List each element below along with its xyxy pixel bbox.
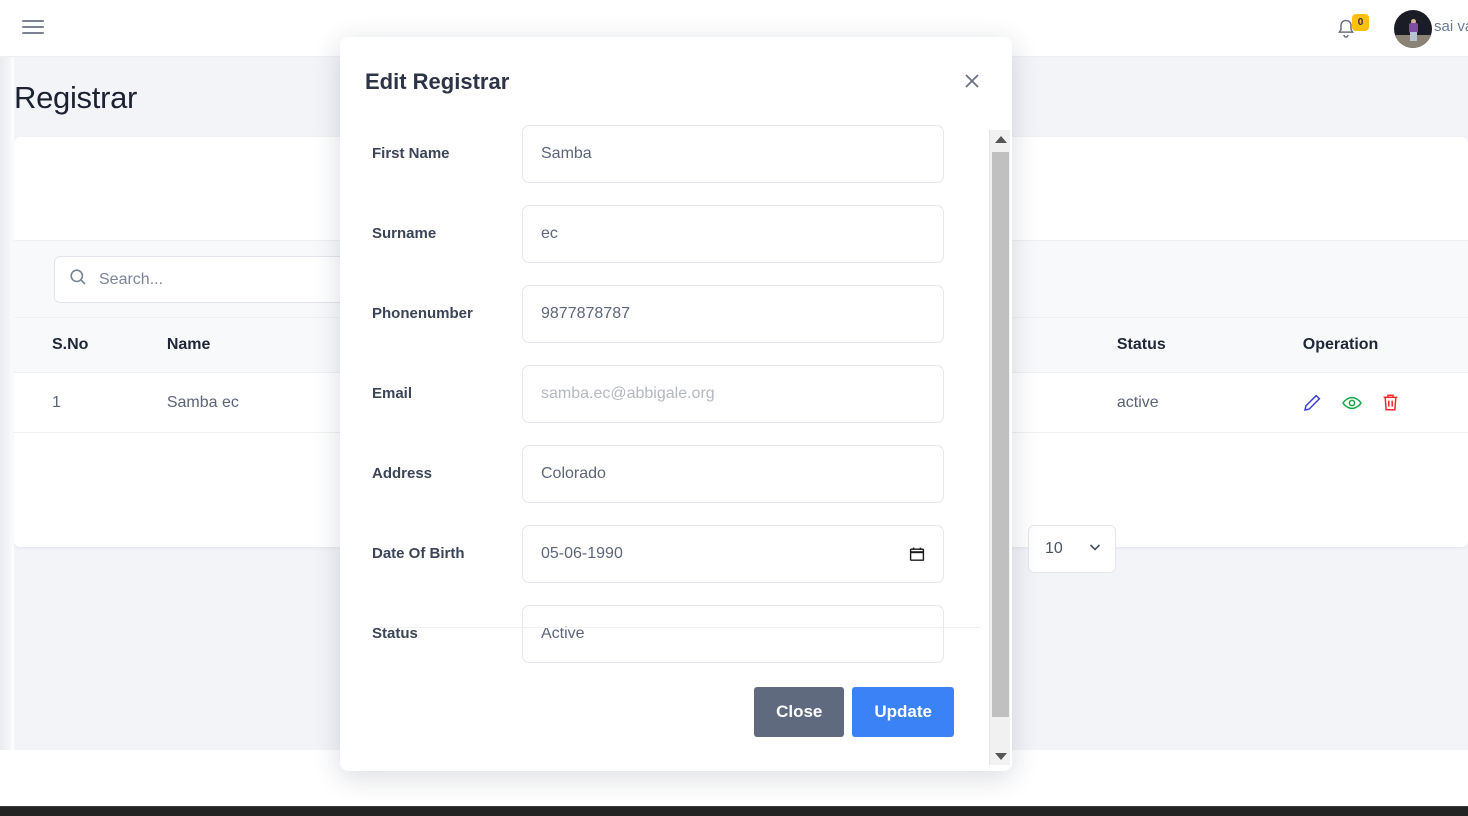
notifications-button[interactable]: 0 bbox=[1336, 14, 1376, 44]
form-row-surname: Surname bbox=[372, 205, 980, 285]
label-date-of-birth: Date Of Birth bbox=[372, 545, 465, 562]
avatar[interactable] bbox=[1394, 10, 1432, 48]
phonenumber-input[interactable] bbox=[522, 285, 944, 343]
label-email: Email bbox=[372, 385, 413, 402]
username-label: sai va bbox=[1434, 18, 1468, 35]
close-icon[interactable] bbox=[960, 69, 984, 93]
form-row-email: Email bbox=[372, 365, 980, 445]
close-button[interactable]: Close bbox=[754, 687, 845, 737]
status-input[interactable] bbox=[522, 605, 944, 663]
chevron-down-icon bbox=[1087, 539, 1103, 560]
view-eye-icon[interactable] bbox=[1341, 395, 1362, 411]
column-header-status[interactable]: Status bbox=[1116, 318, 1303, 373]
form-row-first-name: First Name bbox=[372, 125, 980, 205]
left-rail bbox=[0, 0, 14, 806]
label-surname: Surname bbox=[372, 225, 437, 242]
app-root: 0 sai va Registrar bbox=[0, 0, 1468, 816]
delete-trash-icon[interactable] bbox=[1382, 393, 1399, 412]
first-name-input[interactable] bbox=[522, 125, 944, 183]
column-header-operation: Operation bbox=[1302, 318, 1468, 373]
update-button[interactable]: Update bbox=[852, 687, 954, 737]
date-of-birth-value: 05-06-1990 bbox=[541, 545, 623, 562]
per-page-value: 10 bbox=[1045, 540, 1063, 557]
edit-registrar-modal: Edit Registrar First Name Surname Phonen… bbox=[340, 37, 1012, 771]
scroll-down-arrow-icon[interactable] bbox=[990, 747, 1011, 765]
column-header-sno[interactable]: S.No bbox=[14, 318, 167, 373]
label-first-name: First Name bbox=[372, 145, 450, 162]
form-row-date-of-birth: Date Of Birth 05-06-1990 bbox=[372, 525, 980, 605]
cell-sno: 1 bbox=[14, 372, 167, 433]
cell-status: active bbox=[1116, 372, 1303, 433]
per-page-select[interactable]: 10 bbox=[1028, 525, 1116, 573]
modal-body: First Name Surname Phonenumber Email Add… bbox=[340, 125, 1012, 705]
date-of-birth-input[interactable]: 05-06-1990 bbox=[522, 525, 944, 583]
cell-operations bbox=[1302, 372, 1468, 433]
calendar-icon[interactable] bbox=[909, 546, 925, 562]
email-input[interactable] bbox=[522, 365, 944, 423]
edit-pencil-icon[interactable] bbox=[1303, 393, 1322, 412]
address-input[interactable] bbox=[522, 445, 944, 503]
form-row-phonenumber: Phonenumber bbox=[372, 285, 980, 365]
scroll-up-arrow-icon[interactable] bbox=[990, 130, 1011, 148]
label-phonenumber: Phonenumber bbox=[372, 305, 473, 322]
modal-scrollbar[interactable] bbox=[989, 130, 1010, 765]
modal-title: Edit Registrar bbox=[365, 69, 510, 94]
modal-divider bbox=[372, 627, 980, 628]
page-title: Registrar bbox=[14, 80, 138, 115]
surname-input[interactable] bbox=[522, 205, 944, 263]
modal-footer: Close Update bbox=[340, 687, 1000, 737]
form-row-address: Address bbox=[372, 445, 980, 525]
notification-badge: 0 bbox=[1352, 14, 1369, 31]
browser-bottom-bar bbox=[0, 806, 1468, 816]
search-icon bbox=[69, 268, 87, 291]
form-row-status: Status bbox=[372, 605, 980, 685]
label-status: Status bbox=[372, 625, 418, 642]
scrollbar-thumb[interactable] bbox=[992, 152, 1009, 717]
label-address: Address bbox=[372, 465, 433, 482]
hamburger-icon[interactable] bbox=[22, 17, 44, 37]
modal-header: Edit Registrar bbox=[340, 37, 1012, 125]
